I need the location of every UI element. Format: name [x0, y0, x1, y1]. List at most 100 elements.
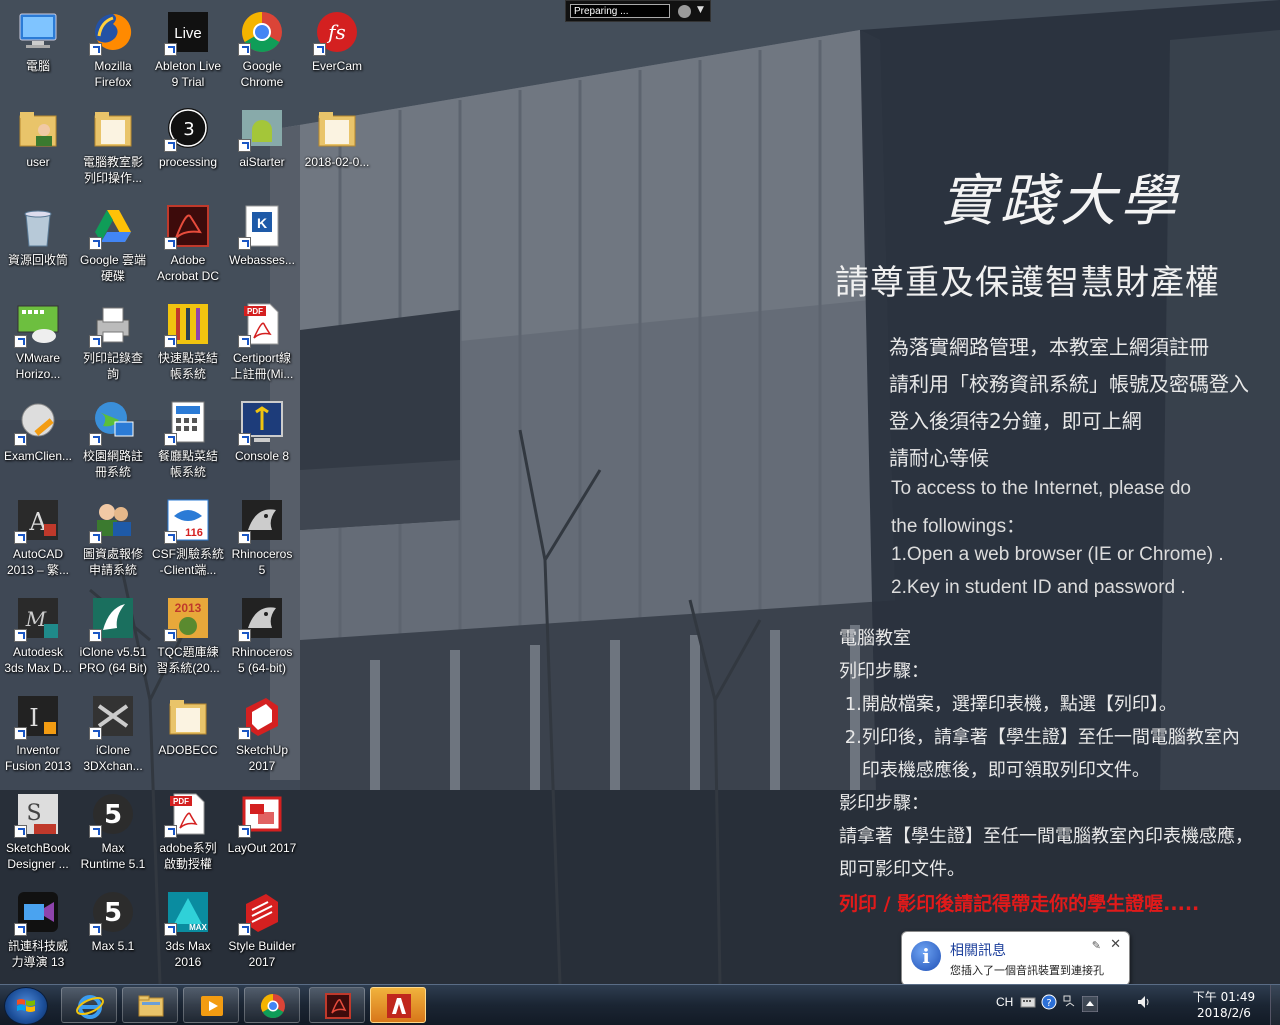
shortcut-arrow-icon [89, 923, 102, 936]
desktop-icon-label: Rhinoceros 5 (64-bit) [231, 645, 293, 675]
start-button[interactable] [4, 987, 48, 1025]
desktop-icon-label: CSF測驗系統 -Client端... [151, 547, 224, 577]
desktop-icon[interactable]: Google 雲端 硬碟 [75, 202, 151, 284]
desktop-icon-label: Ableton Live 9 Trial [154, 59, 222, 89]
taskbar-adobe-cc[interactable] [370, 987, 426, 1023]
desktop-icon[interactable]: ADOBECC [150, 692, 226, 758]
desktop-icon[interactable]: 116 CSF測驗系統 -Client端... [150, 496, 226, 578]
desktop-icon[interactable]: I Inventor Fusion 2013 [0, 692, 76, 774]
desktop-icon[interactable]: M Autodesk 3ds Max D... [0, 594, 76, 676]
desktop-icon[interactable]: MAX 3ds Max 2016 [150, 888, 226, 970]
show-hidden-icons-icon[interactable] [1082, 996, 1098, 1012]
svg-text:5: 5 [104, 898, 122, 928]
tray-options-icon[interactable] [1062, 994, 1078, 1010]
desktop-icon[interactable]: ExamClien... [0, 398, 76, 464]
desktop-icon[interactable]: 校園網路註 冊系統 [75, 398, 151, 480]
desktop-icon[interactable]: 列印記錄查 詢 [75, 300, 151, 382]
desktop-icon[interactable]: PDF Certiport線 上註冊(Mi... [224, 300, 300, 382]
desktop-icon[interactable]: Console 8 [224, 398, 300, 464]
wallpaper-print-line: 請拿著【學生證】至任一間電腦教室內印表機感應， [839, 826, 1253, 847]
wallpaper-print-line: 即可影印文件。 [839, 859, 965, 880]
desktop-icon[interactable]: LayOut 2017 [224, 790, 300, 856]
desktop-icon-label: user [26, 155, 50, 169]
desktop-icon[interactable]: 電腦教室影 列印操作... [75, 104, 151, 186]
svg-text:5: 5 [104, 800, 122, 830]
shortcut-arrow-icon [89, 335, 102, 348]
desktop-icon[interactable]: Style Builder 2017 [224, 888, 300, 970]
desktop-icon[interactable]: VMware Horizo... [0, 300, 76, 382]
desktop-icon-label: adobe系列 啟動授權 [159, 841, 217, 871]
shortcut-arrow-icon [238, 825, 251, 838]
desktop-icon[interactable]: 電腦 [0, 8, 76, 74]
desktop-icon[interactable]: aiStarter [224, 104, 300, 170]
desktop-icon[interactable]: 餐廳點菜結 帳系統 [150, 398, 226, 480]
ableton-live-icon: Live [164, 8, 212, 56]
desktop-icon[interactable]: 5 Max Runtime 5.1 [75, 790, 151, 872]
desktop-icon[interactable]: Adobe Acrobat DC [150, 202, 226, 284]
desktop-icon-label: 資源回收筒 [7, 253, 68, 267]
shortcut-arrow-icon [89, 237, 102, 250]
desktop-icon[interactable]: Rhinoceros 5 [224, 496, 300, 578]
desktop-icon-label: Style Builder 2017 [228, 939, 296, 969]
desktop-icon-label: Autodesk 3ds Max D... [4, 645, 72, 675]
taskbar-internet-explorer[interactable] [61, 987, 117, 1023]
keyboard-icon[interactable] [1020, 994, 1036, 1010]
desktop-icon-label: iClone 3DXchan... [83, 743, 143, 773]
desktop-icon[interactable]: 圖資處報修 申請系統 [75, 496, 151, 578]
desktop-icon[interactable]: Live Ableton Live 9 Trial [150, 8, 226, 90]
desktop-icon[interactable]: K Webasses... [224, 202, 300, 268]
desktop-icon[interactable]: PDF adobe系列 啟動授權 [150, 790, 226, 872]
shortcut-arrow-icon [238, 433, 251, 446]
desktop-icon[interactable]: iClone v5.51 PRO (64 Bit) [75, 594, 151, 676]
show-desktop-button[interactable] [1270, 985, 1280, 1025]
pin-icon[interactable]: ✎ [1092, 939, 1101, 952]
desktop-icon[interactable]: 3 processing [150, 104, 226, 170]
taskbar-chrome[interactable] [244, 987, 300, 1023]
shortcut-arrow-icon [14, 335, 27, 348]
shortcut-arrow-icon [313, 43, 326, 56]
desktop-icon[interactable]: 資源回收筒 [0, 202, 76, 268]
desktop-icon[interactable]: 2018-02-0... [299, 104, 375, 170]
desktop-icon[interactable]: Rhinoceros 5 (64-bit) [224, 594, 300, 676]
taskbar-media-player[interactable] [183, 987, 239, 1023]
close-icon[interactable]: ✕ [1110, 937, 1121, 952]
wallpaper-line: 請利用「校務資訊系統」帳號及密碼登入 [889, 372, 1249, 396]
desktop-icon[interactable]: 5 Max 5.1 [75, 888, 151, 954]
evercam-icon: fs [313, 8, 361, 56]
calculator-icon [164, 398, 212, 446]
system-clock[interactable]: 下午 01:49 2018/2/6 [1182, 989, 1266, 1021]
desktop-icon-label: iClone v5.51 PRO (64 Bit) [78, 645, 147, 675]
desktop-icon[interactable]: Mozilla Firefox [75, 8, 151, 90]
desktop-icon[interactable]: 快速點菜結 帳系統 [150, 300, 226, 382]
desktop-icon-label: LayOut 2017 [227, 841, 297, 855]
desktop-icon-label: EverCam [311, 59, 362, 73]
notification-balloon[interactable]: i 相關訊息 您插入了一個音訊裝置到連接孔 ✎ ✕ [901, 931, 1130, 995]
folder-icon [89, 104, 137, 152]
csf-icon: 116 [164, 496, 212, 544]
svg-text:?: ? [1046, 998, 1051, 1009]
record-dot-icon[interactable] [678, 5, 691, 18]
desktop-icon[interactable]: 訊連科技威 力導演 13 [0, 888, 76, 970]
shortcut-arrow-icon [89, 531, 102, 544]
desktop-icon[interactable]: Google Chrome [224, 8, 300, 90]
capture-toolbar[interactable]: Preparing ... ▼ [565, 0, 711, 22]
recycle-bin-icon [14, 202, 62, 250]
desktop-icon[interactable]: A AutoCAD 2013 – 繁... [0, 496, 76, 578]
desktop-icon[interactable]: 2013 TQC題庫練 習系統(20... [150, 594, 226, 676]
internet-explorer-icon [76, 995, 104, 1019]
shortcut-arrow-icon [238, 727, 251, 740]
taskbar-windows-explorer[interactable] [122, 987, 178, 1023]
dropdown-arrow-icon[interactable]: ▼ [697, 5, 704, 15]
desktop-icon-label: 餐廳點菜結 帳系統 [157, 449, 218, 479]
taskbar-acrobat[interactable] [309, 987, 365, 1023]
desktop-icon[interactable]: fs EverCam [299, 8, 375, 74]
desktop-icon[interactable]: S SketchBook Designer ... [0, 790, 76, 872]
desktop-icon-label: Rhinoceros 5 [231, 547, 293, 577]
wallpaper-print-line: 影印步驟： [839, 793, 929, 814]
desktop-icon[interactable]: iClone 3DXchan... [75, 692, 151, 774]
desktop-icon[interactable]: user [0, 104, 76, 170]
help-icon[interactable]: ? [1041, 994, 1057, 1010]
desktop-icon[interactable]: SketchUp 2017 [224, 692, 300, 774]
volume-icon[interactable] [1136, 994, 1152, 1010]
input-language[interactable]: CH [996, 995, 1013, 1009]
